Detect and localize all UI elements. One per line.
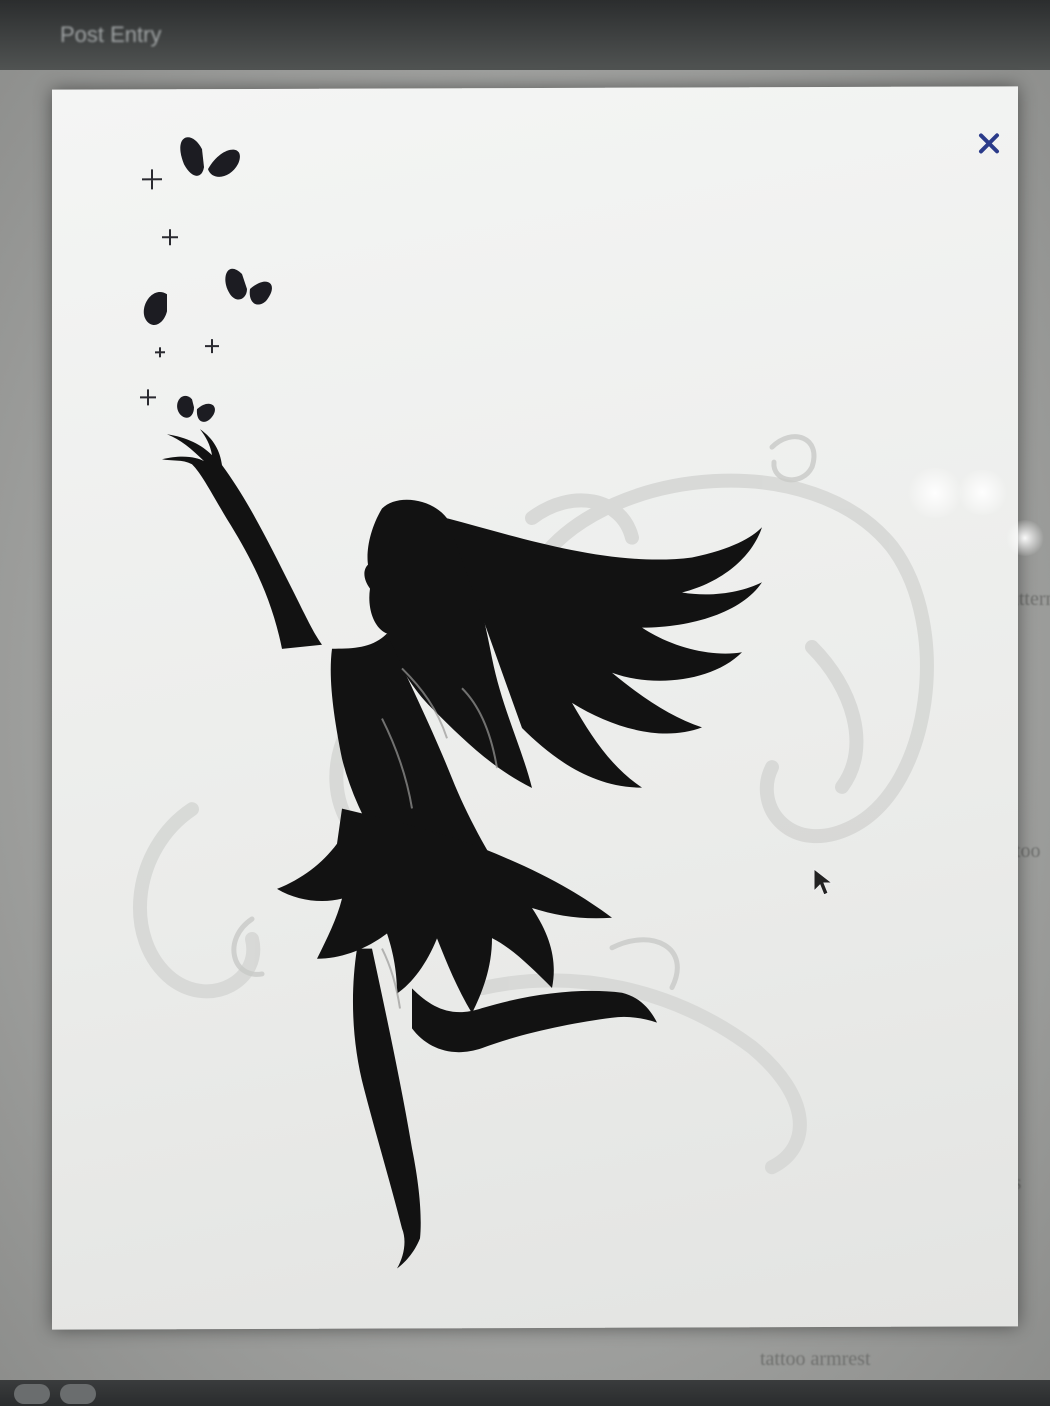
browser-bottom-bar bbox=[0, 1380, 1050, 1406]
bottom-bar-button[interactable] bbox=[14, 1384, 50, 1404]
close-button[interactable] bbox=[972, 126, 1006, 160]
fairy-silhouette-image bbox=[132, 137, 934, 1269]
background-side-label: tattoo armrest bbox=[760, 1348, 871, 1370]
bottom-bar-button[interactable] bbox=[60, 1384, 96, 1404]
browser-top-bar: Post Entry bbox=[0, 0, 1050, 70]
image-lightbox bbox=[52, 86, 1018, 1330]
fairy-silhouette bbox=[162, 429, 762, 1269]
sparkles-decoration bbox=[140, 169, 219, 406]
window-title: Post Entry bbox=[60, 22, 162, 47]
screen-glare bbox=[955, 470, 1010, 515]
close-icon bbox=[979, 133, 999, 154]
mouse-cursor-icon bbox=[813, 868, 834, 896]
screen-glare bbox=[1005, 520, 1045, 556]
butterflies-decoration bbox=[143, 137, 272, 422]
